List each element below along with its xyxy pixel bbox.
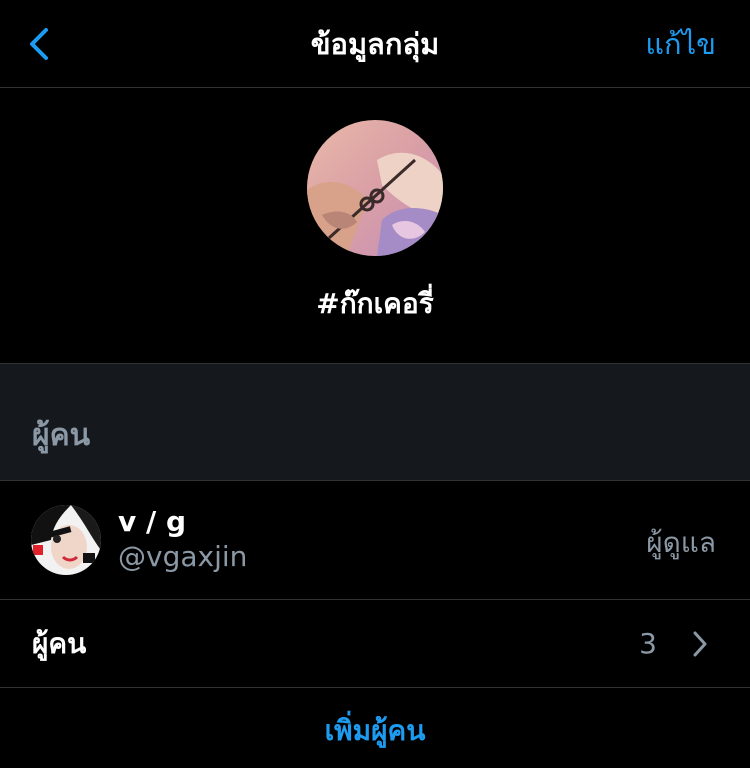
avatar xyxy=(31,505,101,575)
member-row[interactable]: v / g @vgaxjin ผู้ดูแล xyxy=(0,481,750,600)
add-people-button[interactable]: เพิ่มผู้คน xyxy=(0,711,750,751)
member-handle: @vgaxjin xyxy=(118,540,248,573)
people-row[interactable]: ผู้คน 3 xyxy=(0,600,750,688)
member-name: v / g xyxy=(118,505,187,538)
edit-button[interactable]: แก้ไข xyxy=(645,24,716,64)
group-avatar xyxy=(307,120,443,256)
page-title: ข้อมูลกลุ่ม xyxy=(310,27,440,61)
people-count: 3 xyxy=(639,627,657,660)
people-section: ผู้คน xyxy=(0,363,750,481)
member-role-badge: ผู้ดูแล xyxy=(646,526,716,559)
nav-bar: ข้อมูลกลุ่ม แก้ไข xyxy=(0,0,750,88)
group-name: #ก๊กเคอรี่ xyxy=(316,287,434,320)
chevron-right-icon xyxy=(693,631,707,657)
people-row-label: ผู้คน xyxy=(32,627,87,660)
section-header: ผู้คน xyxy=(32,418,91,453)
